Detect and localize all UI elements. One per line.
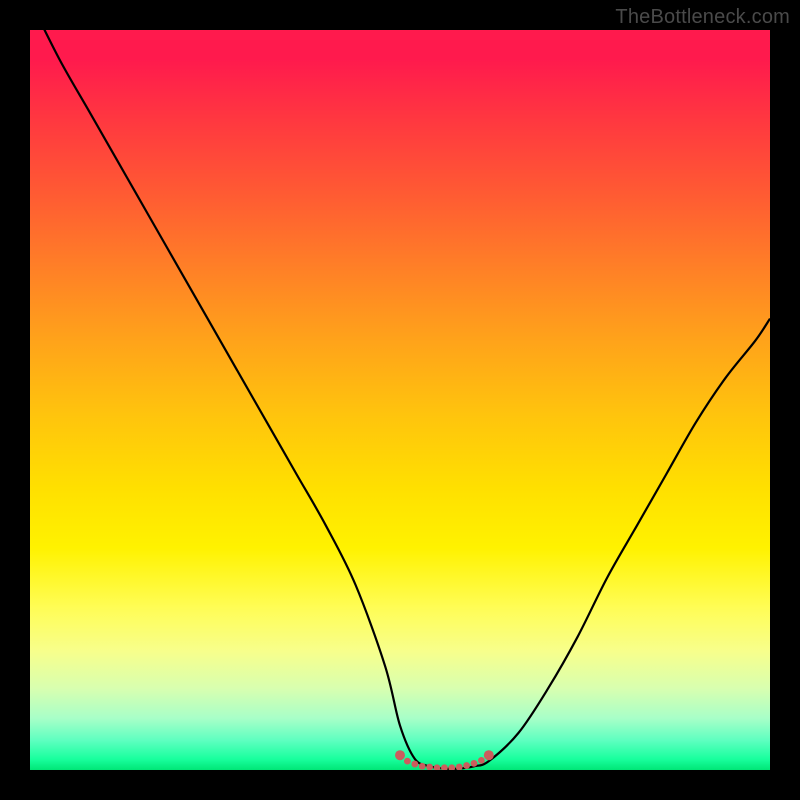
bottleneck-curve <box>30 30 770 769</box>
accent-dot <box>448 764 455 770</box>
accent-dot <box>404 758 411 765</box>
accent-dot <box>441 764 448 770</box>
plot-area <box>30 30 770 770</box>
accent-dot <box>434 764 441 770</box>
accent-dot <box>484 750 494 760</box>
accent-flat-dots <box>395 750 494 770</box>
attribution-text: TheBottleneck.com <box>615 6 790 29</box>
accent-dot <box>419 763 426 770</box>
curve-layer <box>30 30 770 770</box>
curve-path <box>30 30 770 769</box>
chart-frame: TheBottleneck.com <box>0 0 800 800</box>
accent-dot <box>411 761 418 768</box>
accent-dot <box>395 750 405 760</box>
accent-dot <box>456 764 463 770</box>
accent-dot <box>471 760 478 767</box>
accent-dot <box>478 757 485 764</box>
accent-dot <box>463 762 470 769</box>
